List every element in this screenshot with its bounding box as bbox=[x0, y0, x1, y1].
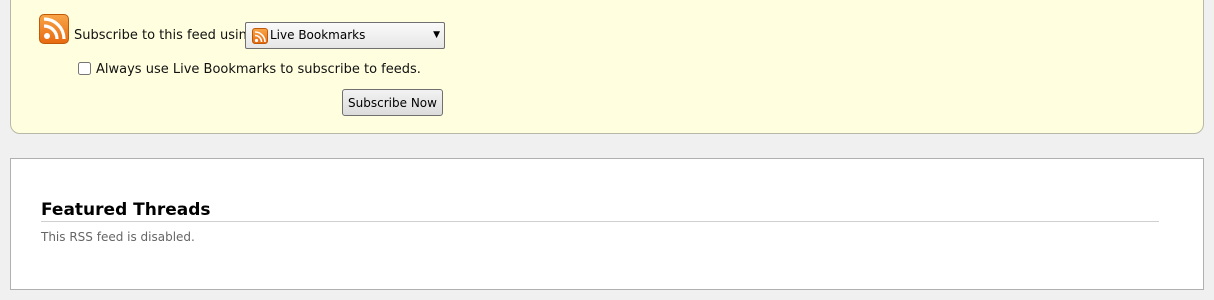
feed-status-message: This RSS feed is disabled. bbox=[41, 230, 195, 244]
feed-reader-select[interactable]: Live Bookmarks ▼ bbox=[245, 22, 445, 49]
dropdown-arrow-icon[interactable]: ▼ bbox=[433, 30, 440, 40]
subscribe-now-button[interactable]: Subscribe Now bbox=[342, 89, 443, 116]
title-divider bbox=[41, 221, 1159, 222]
rss-icon bbox=[252, 28, 268, 44]
feed-reader-selected: Live Bookmarks bbox=[270, 28, 366, 42]
always-use-label: Always use Live Bookmarks to subscribe t… bbox=[96, 62, 421, 77]
subscribe-label: Subscribe to this feed using bbox=[74, 28, 256, 43]
rss-feed-icon bbox=[39, 14, 69, 44]
feed-title: Featured Threads bbox=[41, 200, 211, 220]
always-use-checkbox[interactable] bbox=[78, 62, 91, 75]
feed-content-panel: Featured Threads This RSS feed is disabl… bbox=[10, 158, 1204, 290]
